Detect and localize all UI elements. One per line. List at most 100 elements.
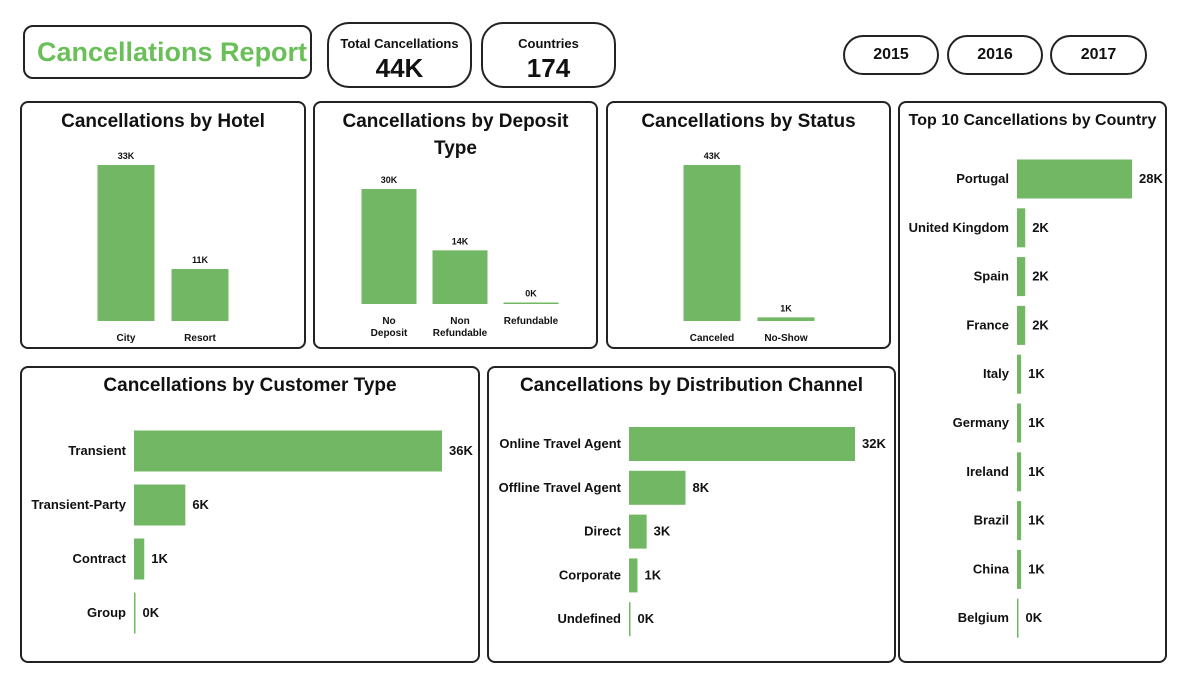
customer-category-label: Contract (73, 551, 127, 566)
channel-category-label: Online Travel Agent (499, 436, 621, 451)
country-data-label: 1K (1028, 464, 1045, 479)
hotel-chart-panel: Cancellations by Hotel 33K City 11K Resort (20, 101, 306, 349)
channel-data-label: 3K (654, 524, 671, 539)
total-cancellations-value: 44K (375, 53, 424, 83)
channel-category-label: Corporate (559, 567, 621, 582)
country-data-label: 1K (1028, 513, 1045, 528)
hotel-category-label: City (117, 333, 136, 344)
channel-bar (629, 514, 647, 549)
country-data-label: 1K (1028, 561, 1045, 576)
hotel-data-label: 11K (192, 255, 209, 265)
customer-category-label: Transient (68, 443, 126, 458)
deposit-data-label: 14K (452, 236, 469, 246)
deposit-chart: 30KNoDeposit14KNonRefundable0KRefundable (361, 175, 559, 339)
country-category-label: Spain (974, 269, 1009, 284)
countries-value: 174 (526, 53, 571, 83)
hotel-data-label: 33K (118, 151, 135, 161)
channel-data-label: 0K (638, 611, 655, 626)
deposit-category-label: Refundable (433, 328, 488, 339)
customer-data-label: 6K (192, 497, 209, 512)
channel-bar (629, 427, 855, 461)
country-chart-panel: Top 10 Cancellations by Country Portugal… (898, 101, 1167, 663)
customer-data-label: 1K (151, 551, 168, 566)
country-chart: Portugal 28K United Kingdom 2K Spain 2K France… (909, 159, 1163, 638)
deposit-data-label: 0K (525, 289, 537, 299)
customer-data-label: 0K (143, 605, 160, 620)
customer-bar (134, 538, 145, 580)
channel-bar (629, 470, 686, 505)
country-data-label: 2K (1032, 317, 1049, 332)
country-data-label: 28K (1139, 171, 1163, 186)
channel-chart-panel: Cancellations by Distribution Channel On… (487, 366, 896, 663)
countries-label: Countries (518, 36, 579, 51)
customer-bar (134, 430, 442, 472)
country-data-label: 2K (1032, 220, 1049, 235)
country-category-label: Belgium (958, 610, 1009, 625)
report-title-box: Cancellations Report (23, 25, 312, 79)
country-bar (1017, 159, 1132, 199)
status-chart: 43K Canceled 1K No-Show (683, 151, 815, 344)
customer-bar (134, 484, 186, 526)
status-data-label: 1K (780, 303, 792, 313)
customer-data-label: 36K (449, 443, 473, 458)
country-category-label: United Kingdom (909, 220, 1009, 235)
deposit-category-label: Non (450, 316, 469, 327)
status-category-label: No-Show (764, 333, 808, 344)
customer-chart: Transient 36K Transient-Party 6K Contract 1K G… (31, 430, 473, 634)
country-category-label: France (966, 317, 1009, 332)
channel-data-label: 32K (862, 436, 886, 451)
deposit-bar (432, 250, 488, 304)
year-button-2016[interactable]: 2016 (947, 35, 1043, 75)
country-category-label: Ireland (966, 464, 1009, 479)
country-data-label: 2K (1032, 269, 1049, 284)
country-data-label: 0K (1026, 610, 1043, 625)
customer-category-label: Transient-Party (31, 497, 126, 512)
channel-data-label: 8K (693, 480, 710, 495)
deposit-bar (361, 189, 417, 304)
hotel-bar (97, 165, 155, 321)
status-bar (683, 165, 741, 321)
deposit-category-label: Refundable (504, 316, 559, 327)
deposit-chart-panel: Cancellations by Deposit Type 30K No Depos… (313, 101, 598, 349)
channel-bar (629, 602, 631, 637)
channel-category-label: Undefined (557, 611, 621, 626)
country-bar (1017, 549, 1022, 589)
total-cancellations-card: Total Cancellations 44K (327, 22, 472, 88)
status-bar (757, 317, 815, 321)
report-title: Cancellations Report (37, 36, 308, 67)
countries-card: Countries 174 (481, 22, 616, 88)
country-bar (1017, 403, 1022, 443)
hotel-bar (171, 269, 229, 321)
customer-chart-panel: Cancellations by Customer Type Transient… (20, 366, 480, 663)
country-category-label: Germany (953, 415, 1010, 430)
status-data-label: 43K (704, 151, 721, 161)
customer-category-label: Group (87, 605, 126, 620)
country-category-label: Portugal (956, 171, 1009, 186)
country-bar (1017, 208, 1026, 248)
country-data-label: 1K (1028, 366, 1045, 381)
channel-bar (629, 558, 638, 593)
status-category-label: Canceled (690, 333, 734, 344)
hotel-category-label: Resort (184, 333, 216, 344)
year-button-2015[interactable]: 2015 (843, 35, 939, 75)
channel-category-label: Offline Travel Agent (499, 480, 622, 495)
country-category-label: Brazil (974, 513, 1009, 528)
country-bar (1017, 501, 1022, 541)
deposit-bar (503, 302, 559, 304)
deposit-category-label: No (382, 316, 395, 327)
deposit-category-label: Deposit (371, 328, 408, 339)
deposit-data-label: 30K (381, 175, 398, 185)
channel-data-label: 1K (644, 567, 661, 582)
country-bar (1017, 598, 1019, 638)
status-chart-panel: Cancellations by Status 43K Canceled 1K No-… (606, 101, 891, 349)
country-category-label: Italy (983, 366, 1010, 381)
total-cancellations-label: Total Cancellations (340, 36, 459, 51)
country-bar (1017, 305, 1026, 345)
channel-chart: Online Travel Agent 32K Offline Travel Age… (499, 427, 886, 637)
year-button-2017[interactable]: 2017 (1050, 35, 1147, 75)
country-data-label: 1K (1028, 415, 1045, 430)
customer-bar (134, 592, 136, 634)
country-bar (1017, 452, 1022, 492)
channel-category-label: Direct (584, 524, 622, 539)
country-category-label: China (973, 561, 1010, 576)
